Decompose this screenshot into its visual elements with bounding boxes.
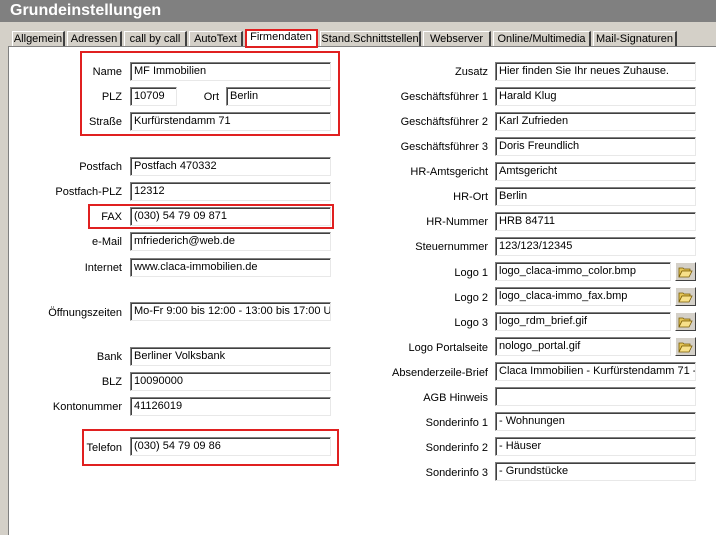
ort-field[interactable]: Berlin bbox=[226, 87, 331, 106]
tab-online-multimedia[interactable]: Online/Multimedia bbox=[493, 31, 591, 47]
folder-open-icon bbox=[678, 342, 693, 352]
folder-open-icon bbox=[678, 292, 693, 302]
email-label: e-Mail bbox=[92, 236, 122, 248]
tab-stand-schnittstellen[interactable]: Stand.Schnittstellen bbox=[320, 31, 421, 47]
gf2-field[interactable]: Karl Zufrieden bbox=[495, 112, 696, 131]
plz-label: PLZ bbox=[101, 91, 122, 103]
gf1-field[interactable]: Harald Klug bbox=[495, 87, 696, 106]
kontonummer-field[interactable]: 41126019 bbox=[130, 397, 331, 416]
hr-ort-field[interactable]: Berlin bbox=[495, 187, 696, 206]
bank-field[interactable]: Berliner Volksbank bbox=[130, 347, 331, 366]
tab-highlight bbox=[245, 29, 318, 48]
zusatz-label: Zusatz bbox=[454, 66, 488, 78]
hr-amtsgericht-field[interactable]: Amtsgericht bbox=[495, 162, 696, 181]
absenderzeile-field[interactable]: Claca Immobilien - Kurfürstendamm 71 - 1 bbox=[495, 362, 696, 381]
oeffnungszeiten-field[interactable]: Mo-Fr 9:00 bis 12:00 - 13:00 bis 17:00 U bbox=[130, 302, 331, 321]
logo1-label: Logo 1 bbox=[454, 267, 488, 279]
gf2-label: Geschäftsführer 2 bbox=[400, 116, 488, 128]
logo3-browse-button[interactable] bbox=[675, 312, 696, 331]
name-label: Name bbox=[92, 66, 122, 78]
postfach-plz-field[interactable]: 12312 bbox=[130, 182, 331, 201]
fax-label: FAX bbox=[101, 211, 122, 223]
tab-autotext[interactable]: AutoText bbox=[189, 31, 243, 47]
tab-call-by-call[interactable]: call by call bbox=[124, 31, 187, 47]
logo2-field[interactable]: logo_claca-immo_fax.bmp bbox=[495, 287, 671, 306]
bank-label: Bank bbox=[96, 351, 122, 363]
sonderinfo2-field[interactable]: - Häuser bbox=[495, 437, 696, 456]
agb-label: AGB Hinweis bbox=[423, 392, 488, 404]
window-title: Grundeinstellungen bbox=[0, 0, 716, 22]
gf1-label: Geschäftsführer 1 bbox=[400, 91, 488, 103]
logo1-field[interactable]: logo_claca-immo_color.bmp bbox=[495, 262, 671, 281]
hr-nummer-field[interactable]: HRB 84711 bbox=[495, 212, 696, 231]
absenderzeile-label: Absenderzeile-Brief bbox=[392, 367, 488, 379]
hr-nummer-label: HR-Nummer bbox=[426, 216, 488, 228]
logo2-browse-button[interactable] bbox=[675, 287, 696, 306]
plz-field[interactable]: 10709 bbox=[130, 87, 177, 106]
tab-adressen[interactable]: Adressen bbox=[67, 31, 122, 47]
logo2-label: Logo 2 bbox=[454, 292, 488, 304]
blz-label: BLZ bbox=[101, 376, 122, 388]
sonderinfo3-field[interactable]: - Grundstücke bbox=[495, 462, 696, 481]
postfach-plz-label: Postfach-PLZ bbox=[55, 186, 122, 198]
logo-portal-label: Logo Portalseite bbox=[408, 342, 489, 354]
sonderinfo3-label: Sonderinfo 3 bbox=[425, 467, 488, 479]
strasse-field[interactable]: Kurfürstendamm 71 bbox=[130, 112, 331, 131]
kontonummer-label: Kontonummer bbox=[52, 401, 122, 413]
logo3-label: Logo 3 bbox=[454, 317, 488, 329]
ort-label: Ort bbox=[203, 91, 219, 103]
postfach-field[interactable]: Postfach 470332 bbox=[130, 157, 331, 176]
sonderinfo1-label: Sonderinfo 1 bbox=[425, 417, 488, 429]
gf3-field[interactable]: Doris Freundlich bbox=[495, 137, 696, 156]
postfach-label: Postfach bbox=[79, 161, 122, 173]
hr-ort-label: HR-Ort bbox=[453, 191, 488, 203]
tab-webserver[interactable]: Webserver bbox=[423, 31, 491, 47]
name-field[interactable]: MF Immobilien bbox=[130, 62, 331, 81]
fax-field[interactable]: (030) 54 79 09 871 bbox=[130, 207, 331, 226]
telefon-field[interactable]: (030) 54 79 09 86 bbox=[130, 437, 331, 456]
blz-field[interactable]: 10090000 bbox=[130, 372, 331, 391]
oeffnungszeiten-label: Öffnungszeiten bbox=[48, 307, 122, 319]
tab-bar: Allgemein Adressen call by call AutoText… bbox=[0, 22, 716, 48]
tab-mail-signaturen[interactable]: Mail-Signaturen bbox=[593, 31, 677, 47]
steuernummer-label: Steuernummer bbox=[415, 241, 488, 253]
sonderinfo1-field[interactable]: - Wohnungen bbox=[495, 412, 696, 431]
logo3-field[interactable]: logo_rdm_brief.gif bbox=[495, 312, 671, 331]
internet-field[interactable]: www.claca-immobilien.de bbox=[130, 258, 331, 277]
strasse-label: Straße bbox=[88, 116, 122, 128]
steuernummer-field[interactable]: 123/123/12345 bbox=[495, 237, 696, 256]
logo-portal-field[interactable]: nologo_portal.gif bbox=[495, 337, 671, 356]
folder-open-icon bbox=[678, 267, 693, 277]
agb-field[interactable] bbox=[495, 387, 696, 406]
logo-portal-browse-button[interactable] bbox=[675, 337, 696, 356]
gf3-label: Geschäftsführer 3 bbox=[400, 141, 488, 153]
logo1-browse-button[interactable] bbox=[675, 262, 696, 281]
sonderinfo2-label: Sonderinfo 2 bbox=[425, 442, 488, 454]
internet-label: Internet bbox=[84, 262, 122, 274]
folder-open-icon bbox=[678, 317, 693, 327]
email-field[interactable]: mfriederich@web.de bbox=[130, 232, 331, 251]
hr-amtsgericht-label: HR-Amtsgericht bbox=[410, 166, 488, 178]
tab-allgemein[interactable]: Allgemein bbox=[12, 31, 65, 47]
telefon-label: Telefon bbox=[86, 442, 122, 454]
zusatz-field[interactable]: Hier finden Sie Ihr neues Zuhause. bbox=[495, 62, 696, 81]
